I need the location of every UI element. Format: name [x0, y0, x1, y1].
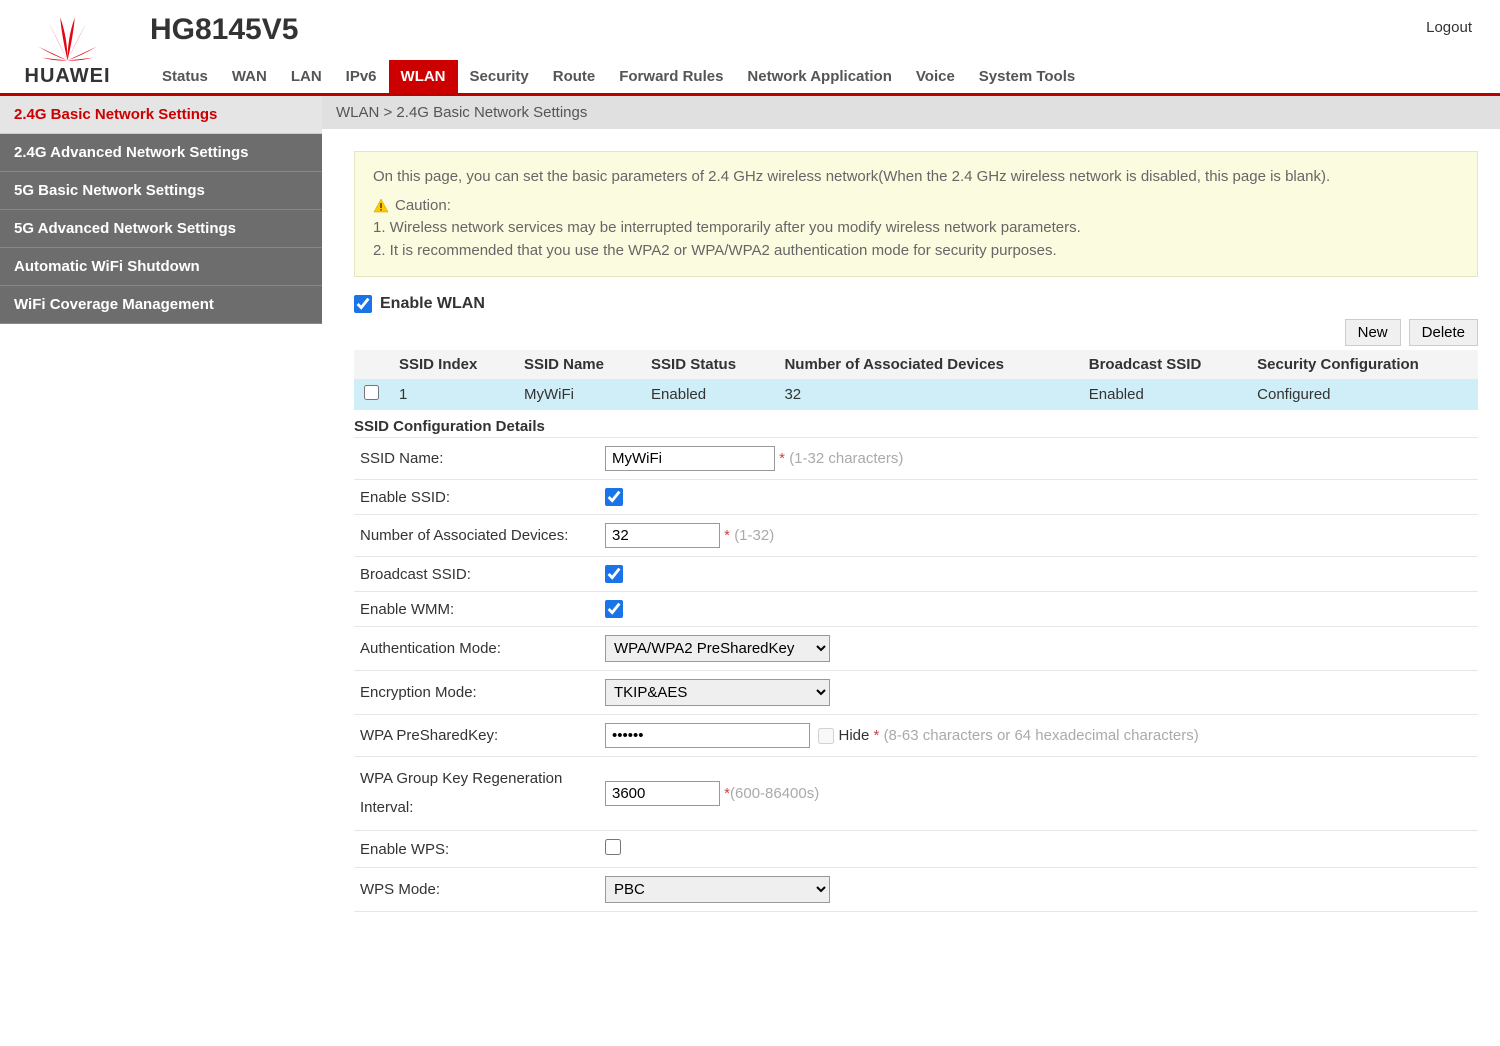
- header: HUAWEI HG8145V5 Logout StatusWANLANIPv6W…: [0, 0, 1500, 96]
- wps-label: Enable WPS:: [354, 831, 599, 868]
- num-devices-label: Number of Associated Devices:: [354, 515, 599, 557]
- caution-label: Caution:: [395, 195, 451, 218]
- warning-icon: [373, 198, 389, 214]
- ssid-name-input[interactable]: [605, 446, 775, 471]
- sidebar-item-2-4g-advanced-network-settings[interactable]: 2.4G Advanced Network Settings: [0, 134, 322, 172]
- broadcast-checkbox[interactable]: [605, 565, 623, 583]
- row-checkbox[interactable]: [364, 385, 379, 400]
- table-header: SSID Status: [641, 350, 774, 379]
- tab-status[interactable]: Status: [150, 60, 220, 93]
- config-table: SSID Name: * (1-32 characters) Enable SS…: [354, 437, 1478, 912]
- enable-ssid-label: Enable SSID:: [354, 480, 599, 515]
- logout-link[interactable]: Logout: [1426, 19, 1472, 36]
- info-line2: 1. Wireless network services may be inte…: [373, 217, 1459, 240]
- sidebar-item-2-4g-basic-network-settings[interactable]: 2.4G Basic Network Settings: [0, 96, 322, 134]
- nav-tabs: StatusWANLANIPv6WLANSecurityRouteForward…: [150, 60, 1480, 93]
- cell-index: 1: [389, 379, 514, 410]
- psk-input[interactable]: [605, 723, 810, 748]
- group-key-label: WPA Group Key Regeneration Interval:: [354, 757, 599, 831]
- logo: HUAWEI: [20, 10, 115, 88]
- sidebar: 2.4G Basic Network Settings2.4G Advanced…: [0, 96, 322, 922]
- huawei-logo-icon: [20, 10, 115, 65]
- tab-voice[interactable]: Voice: [904, 60, 967, 93]
- broadcast-label: Broadcast SSID:: [354, 557, 599, 592]
- auth-mode-label: Authentication Mode:: [354, 627, 599, 671]
- info-line1: On this page, you can set the basic para…: [373, 166, 1459, 189]
- psk-label: WPA PreSharedKey:: [354, 715, 599, 757]
- wmm-checkbox[interactable]: [605, 600, 623, 618]
- wps-checkbox[interactable]: [605, 839, 621, 855]
- cell-broadcast: Enabled: [1079, 379, 1247, 410]
- sidebar-item-automatic-wifi-shutdown[interactable]: Automatic WiFi Shutdown: [0, 248, 322, 286]
- content: 2.4G Basic Network Settings2.4G Advanced…: [0, 96, 1500, 922]
- group-key-input[interactable]: [605, 781, 720, 806]
- tab-system-tools[interactable]: System Tools: [967, 60, 1087, 93]
- sidebar-item-5g-advanced-network-settings[interactable]: 5G Advanced Network Settings: [0, 210, 322, 248]
- tab-lan[interactable]: LAN: [279, 60, 334, 93]
- hide-checkbox[interactable]: [818, 728, 834, 744]
- tab-forward-rules[interactable]: Forward Rules: [607, 60, 735, 93]
- cell-status: Enabled: [641, 379, 774, 410]
- table-header: SSID Name: [514, 350, 641, 379]
- new-button[interactable]: New: [1345, 319, 1401, 346]
- table-header: Security Configuration: [1247, 350, 1478, 379]
- table-header: Number of Associated Devices: [774, 350, 1078, 379]
- tab-security[interactable]: Security: [458, 60, 541, 93]
- group-key-hint: (600-86400s): [730, 785, 819, 802]
- config-section-title: SSID Configuration Details: [354, 418, 1478, 435]
- wps-mode-select[interactable]: PBC: [605, 876, 830, 903]
- enc-mode-select[interactable]: TKIP&AES: [605, 679, 830, 706]
- sidebar-item-wifi-coverage-management[interactable]: WiFi Coverage Management: [0, 286, 322, 324]
- tab-network-application[interactable]: Network Application: [735, 60, 903, 93]
- tab-ipv6[interactable]: IPv6: [334, 60, 389, 93]
- wmm-label: Enable WMM:: [354, 592, 599, 627]
- cell-devices: 32: [774, 379, 1078, 410]
- table-header: SSID Index: [389, 350, 514, 379]
- breadcrumb: WLAN > 2.4G Basic Network Settings: [322, 96, 1500, 129]
- psk-hint: (8-63 characters or 64 hexadecimal chara…: [884, 727, 1199, 744]
- cell-security: Configured: [1247, 379, 1478, 410]
- sidebar-item-5g-basic-network-settings[interactable]: 5G Basic Network Settings: [0, 172, 322, 210]
- ssid-table: SSID IndexSSID NameSSID StatusNumber of …: [354, 350, 1478, 410]
- table-header: [354, 350, 389, 379]
- auth-mode-select[interactable]: WPA/WPA2 PreSharedKey: [605, 635, 830, 662]
- hide-label: Hide: [839, 727, 870, 744]
- info-line3: 2. It is recommended that you use the WP…: [373, 240, 1459, 263]
- table-row[interactable]: 1 MyWiFi Enabled 32 Enabled Configured: [354, 379, 1478, 410]
- tab-wan[interactable]: WAN: [220, 60, 279, 93]
- brand-text: HUAWEI: [25, 65, 111, 88]
- tab-route[interactable]: Route: [541, 60, 608, 93]
- delete-button[interactable]: Delete: [1409, 319, 1478, 346]
- enc-mode-label: Encryption Mode:: [354, 671, 599, 715]
- wps-mode-label: WPS Mode:: [354, 868, 599, 912]
- tab-wlan[interactable]: WLAN: [389, 60, 458, 93]
- model-title: HG8145V5: [150, 13, 298, 47]
- enable-wlan-label[interactable]: Enable WLAN: [380, 295, 485, 313]
- table-header: Broadcast SSID: [1079, 350, 1247, 379]
- ssid-name-label: SSID Name:: [354, 438, 599, 480]
- cell-name: MyWiFi: [514, 379, 641, 410]
- ssid-name-hint: (1-32 characters): [789, 450, 903, 467]
- enable-wlan-checkbox[interactable]: [354, 295, 372, 313]
- info-box: On this page, you can set the basic para…: [354, 151, 1478, 277]
- main-panel: WLAN > 2.4G Basic Network Settings On th…: [322, 96, 1500, 922]
- num-devices-hint: (1-32): [734, 527, 774, 544]
- enable-ssid-checkbox[interactable]: [605, 488, 623, 506]
- num-devices-input[interactable]: [605, 523, 720, 548]
